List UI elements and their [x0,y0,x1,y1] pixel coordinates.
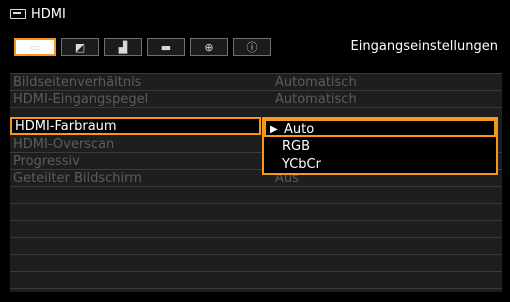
menu-row-label: Bildseitenverhältnis [13,75,142,90]
selected-caret-icon: ▶ [270,124,278,135]
tab-settings[interactable]: ▬ [147,38,185,56]
tab-info[interactable]: ⓘ [233,38,271,56]
dropdown-option-label: YCbCr [282,157,321,172]
menu-row-empty [10,255,502,272]
menu-row-hdmi-input-level[interactable]: HDMI-Eingangspegel Automatisch [10,91,502,108]
menu-list: Bildseitenverhältnis Automatisch HDMI-Ei… [10,73,502,292]
dropdown-option-auto[interactable]: ▶ Auto [264,119,496,137]
projector-osd-menu: HDMI ▭ ◩ ▟ ▬ ⊕ ⓘ Eingangseinstellungen B… [0,0,510,302]
info-icon: ⓘ [246,40,258,54]
dropdown-option-rgb[interactable]: RGB [264,138,496,156]
picture-icon: ◩ [74,40,86,54]
tab-picture[interactable]: ◩ [61,38,99,56]
menu-row-empty [10,221,502,238]
dropdown-option-ycbcr[interactable]: YCbCr [264,156,496,174]
network-icon: ⊕ [204,40,214,54]
menu-row-label: HDMI-Overscan [13,137,115,152]
tab-input[interactable]: ▭ [14,38,56,56]
menu-row-empty [10,187,502,204]
dropdown-option-label: Auto [284,122,315,137]
menu-row-label: Progressiv [13,154,80,169]
color-space-dropdown: ▶ Auto RGB YCbCr [262,117,498,175]
section-title: Eingangseinstellungen [350,39,498,54]
menu-tabs: ▭ ◩ ▟ ▬ ⊕ ⓘ [14,38,271,56]
settings-icon: ▬ [160,40,172,54]
menu-row-hdmi-color-space[interactable]: HDMI-Farbraum [10,117,261,135]
menu-row-label: Geteilter Bildschirm [13,171,142,186]
install-icon: ▟ [118,40,128,54]
tab-network[interactable]: ⊕ [190,38,228,56]
tab-install[interactable]: ▟ [104,38,142,56]
menu-row-label: HDMI-Eingangspegel [13,92,149,107]
menu-row-value: Automatisch [275,75,357,90]
dropdown-option-label: RGB [282,139,311,154]
menu-row-empty [10,204,502,221]
menu-row-empty [10,272,502,289]
header: HDMI [10,6,66,22]
menu-row-value: Automatisch [275,92,357,107]
input-icon: ▭ [29,40,41,54]
header-title: HDMI [31,6,66,22]
hdmi-source-icon [10,9,26,19]
menu-row-label: HDMI-Farbraum [15,119,117,134]
menu-row-aspect-ratio[interactable]: Bildseitenverhältnis Automatisch [10,74,502,91]
menu-row-empty [10,238,502,255]
